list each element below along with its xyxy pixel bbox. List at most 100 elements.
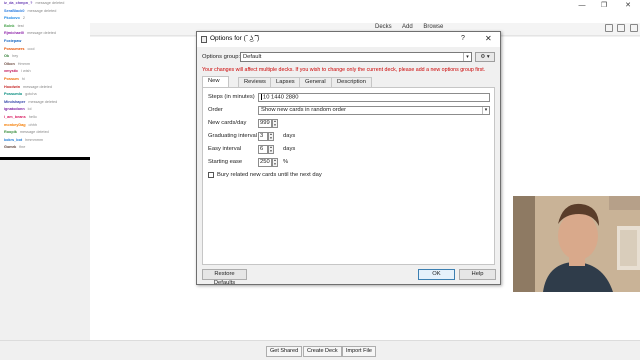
- webcam-overlay: [513, 196, 640, 292]
- chat-username[interactable]: Roopik: [4, 130, 17, 134]
- chat-message: Pkokovo 2: [0, 15, 90, 23]
- tab-lapses[interactable]: Lapses: [270, 77, 301, 87]
- chat-text: message deleted: [27, 8, 57, 13]
- decks-link[interactable]: Decks: [375, 24, 392, 30]
- easy-interval-unit: days: [283, 146, 296, 152]
- starting-ease-spinner[interactable]: ▲ ▼: [272, 158, 278, 167]
- chat-overlay: iz_da_chmpn_? message deleted SeraBlack0 me…: [0, 0, 90, 160]
- chat-username[interactable]: Possumers: [4, 47, 24, 51]
- order-select[interactable]: Show new cards in random order ▾: [258, 106, 490, 115]
- settings-icon[interactable]: [630, 24, 638, 32]
- tab-general[interactable]: General: [299, 77, 332, 87]
- options-group-label: Options group:: [202, 54, 241, 60]
- options-gear-button[interactable]: ⚙ ▾: [475, 52, 495, 62]
- chat-message: Mindshaper message deleted: [0, 99, 90, 107]
- sync-icon[interactable]: [617, 24, 626, 32]
- chat-text: gotcha: [25, 92, 37, 97]
- chat-text: hey: [12, 54, 19, 59]
- chat-username[interactable]: ignatodonn: [4, 107, 25, 111]
- new-cards-day-spinner[interactable]: ▲ ▼: [272, 119, 278, 128]
- add-link[interactable]: Add: [402, 24, 413, 30]
- chat-username[interactable]: SeraBlack0: [4, 9, 24, 13]
- steps-label: Steps (in minutes): [208, 94, 255, 100]
- browse-link[interactable]: Browse: [423, 24, 443, 30]
- chat-username[interactable]: Mindshaper: [4, 100, 25, 104]
- get-shared-button[interactable]: Get Shared: [266, 346, 303, 357]
- starting-ease-input[interactable]: 250: [258, 158, 272, 167]
- import-file-button[interactable]: Import File: [342, 346, 376, 357]
- chat-username[interactable]: Oikon: [4, 62, 15, 66]
- chat-message: monkeyDag ohhh: [0, 122, 90, 130]
- chat-message: kokrs_bot hmmmmm: [0, 137, 90, 145]
- bury-checkbox[interactable]: [208, 172, 214, 178]
- order-label: Order: [208, 107, 223, 113]
- chat-message: Oikon Hmmm: [0, 61, 90, 69]
- chat-username[interactable]: kokrs_bot: [4, 138, 22, 142]
- chat-message: Bolnk test: [0, 23, 90, 31]
- chat-username[interactable]: Ok: [4, 54, 9, 58]
- chat-username[interactable]: Bolnk: [4, 24, 15, 28]
- restore-icon[interactable]: ❐: [598, 1, 610, 10]
- chat-username[interactable]: xmystic: [4, 69, 18, 73]
- chat-text: 2: [22, 16, 25, 21]
- steps-value: 10 1440 2880: [263, 94, 299, 101]
- text-caret: [261, 94, 262, 100]
- tab-reviews[interactable]: Reviews: [238, 77, 272, 87]
- chat-text: message deleted: [19, 130, 49, 135]
- chat-message: iz_da_chmpn_? message deleted: [0, 0, 90, 8]
- dialog-titlebar: Options for (ˇ ͜ʖ ͡ˇ) ? ✕: [197, 32, 500, 47]
- close-window-icon[interactable]: ✕: [622, 1, 634, 10]
- chat-username[interactable]: Possum: [4, 77, 19, 81]
- graduating-interval-label: Graduating interval: [208, 133, 257, 139]
- help-icon[interactable]: ?: [461, 35, 465, 42]
- chat-username[interactable]: iz_da_chmpn_?: [4, 1, 32, 5]
- chat-message: Ok hey: [0, 53, 90, 61]
- chat-username[interactable]: Pkokovo: [4, 16, 20, 20]
- main-titlebar: — ❐ ✕: [0, 0, 640, 11]
- new-cards-day-input[interactable]: 999: [258, 119, 272, 128]
- chat-text: message deleted: [27, 31, 56, 36]
- chat-text: fine: [19, 145, 26, 150]
- ok-button[interactable]: OK: [418, 269, 455, 280]
- chat-username[interactable]: Foxiepaw: [4, 39, 21, 43]
- chat-username[interactable]: Possumlo: [4, 92, 22, 96]
- restore-defaults-button[interactable]: Restore Defaults: [202, 269, 247, 286]
- chat-username[interactable]: Rjmichael0: [4, 31, 24, 35]
- chat-username[interactable]: i_am_beans: [4, 115, 26, 119]
- order-value: Show new cards in random order: [261, 107, 347, 113]
- options-group-select[interactable]: Default ▾: [240, 52, 472, 62]
- graduating-interval-unit: days: [283, 133, 296, 139]
- easy-interval-value: 6: [260, 146, 264, 152]
- easy-interval-input[interactable]: 6: [258, 145, 268, 154]
- steps-input[interactable]: 10 1440 2880: [258, 93, 490, 102]
- graduating-interval-spinner[interactable]: ▲ ▼: [268, 132, 274, 141]
- close-icon[interactable]: ✕: [485, 34, 492, 43]
- deck-options-dialog: Options for (ˇ ͜ʖ ͡ˇ) ? ✕ Options group:…: [196, 31, 501, 286]
- top-links: Decks Add Browse: [375, 24, 452, 30]
- starting-ease-value: 250: [260, 159, 270, 165]
- easy-interval-label: Easy interval: [208, 146, 242, 152]
- stats-icon[interactable]: [604, 24, 613, 32]
- chat-text: message deleted: [28, 99, 58, 104]
- chat-message: Roopik message deleted: [0, 129, 90, 137]
- chat-text: message deleted: [35, 1, 65, 5]
- help-button[interactable]: Help: [459, 269, 496, 280]
- chat-username[interactable]: Gomrk: [4, 145, 16, 149]
- tab-description[interactable]: Description: [331, 77, 372, 87]
- webcam-image: [513, 196, 640, 292]
- chat-username[interactable]: monkeyDag: [4, 123, 26, 127]
- chat-message: ignatodonn lol: [0, 106, 90, 114]
- dialog-title: Options for (ˇ ͜ʖ ͡ˇ): [210, 35, 260, 42]
- chat-message: i_am_beans hello: [0, 114, 90, 122]
- starting-ease-unit: %: [283, 159, 289, 165]
- chat-text: cool: [27, 46, 35, 51]
- options-group-value: Default: [243, 54, 262, 60]
- graduating-interval-input[interactable]: 3: [258, 132, 268, 141]
- chat-message: Hoodwin message deleted: [0, 84, 90, 92]
- tab-new-cards[interactable]: New Cards: [202, 76, 230, 93]
- chat-bottom-bar: [0, 157, 90, 160]
- chat-username[interactable]: Hoodwin: [4, 85, 20, 89]
- easy-interval-spinner[interactable]: ▲ ▼: [268, 145, 274, 154]
- minimize-icon[interactable]: —: [576, 1, 588, 10]
- create-deck-button[interactable]: Create Deck: [303, 346, 342, 357]
